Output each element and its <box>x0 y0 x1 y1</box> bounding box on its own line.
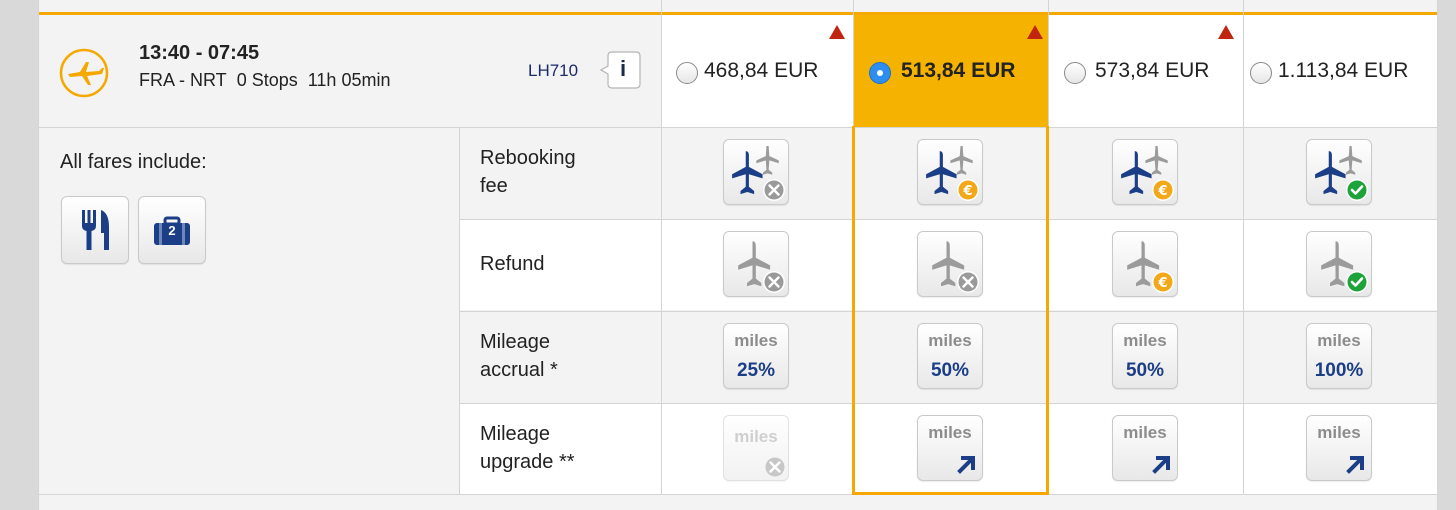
fare-warning-triangle-icon <box>1027 25 1043 39</box>
upgrade-arrow-icon <box>1152 456 1170 474</box>
fare-radio-2[interactable] <box>1064 62 1086 84</box>
baggage-count: 2 <box>168 223 176 238</box>
flight-number-link[interactable]: LH710 <box>528 61 578 81</box>
mileage-upgrade-available: miles <box>1112 415 1178 481</box>
accrual-percent-0: 25% <box>736 360 776 381</box>
accrual-percent-2: 50% <box>1125 360 1165 381</box>
upgrade-label-line1: Mileage <box>480 423 551 445</box>
top-accent-line <box>38 12 1438 15</box>
miles-word: miles <box>1317 331 1361 350</box>
divider <box>38 0 39 510</box>
fare-option-1[interactable]: 513,84 EUR <box>869 57 1044 87</box>
divider <box>661 0 662 494</box>
svg-text:€: € <box>1157 276 1167 291</box>
fare-warning-triangle-icon <box>829 25 845 39</box>
flight-route-line: FRA - NRT 0 Stops 11h 05min <box>139 70 390 91</box>
fare-radio-1[interactable] <box>869 62 891 84</box>
selected-fare-column <box>852 126 1049 495</box>
refund-icon <box>723 231 789 297</box>
rebooking-fee-icon <box>1306 139 1372 205</box>
svg-text:€: € <box>1157 184 1167 199</box>
divider <box>38 127 1438 128</box>
flight-route: FRA - NRT <box>139 70 227 90</box>
upgrade-label: Mileage upgrade ** <box>480 420 575 476</box>
mileage-upgrade-unavailable: miles <box>723 415 789 481</box>
mileage-accrual-badge: miles 100% <box>1306 323 1372 389</box>
flight-info-button[interactable]: i <box>598 48 642 92</box>
divider <box>1243 0 1244 494</box>
fare-warning-triangle-icon <box>1218 25 1234 39</box>
rebooking-label: Rebooking fee <box>480 144 576 200</box>
flight-duration: 11h 05min <box>307 70 391 90</box>
accrual-percent-3: 100% <box>1314 360 1364 381</box>
fare-option-3[interactable]: 1.113,84 EUR <box>1250 57 1435 87</box>
meal-included-icon <box>61 196 129 264</box>
fare-option-0[interactable]: 468,84 EUR <box>676 57 846 87</box>
fare-price-3: 1.113,84 EUR <box>1278 59 1409 82</box>
miles-word: miles <box>1123 331 1167 350</box>
miles-word: miles <box>734 331 778 350</box>
mileage-upgrade-available: miles <box>1306 415 1372 481</box>
mileage-accrual-badge: miles 25% <box>723 323 789 389</box>
refund-label: Refund <box>480 253 545 275</box>
info-icon: i <box>620 56 627 81</box>
upgrade-label-line2: upgrade ** <box>480 451 575 473</box>
rebooking-label-line1: Rebooking <box>480 147 576 169</box>
refund-icon: € <box>1112 231 1178 297</box>
divider <box>38 494 1438 495</box>
fare-price-1: 513,84 EUR <box>901 59 1016 82</box>
divider <box>1437 0 1438 510</box>
rebooking-fee-icon <box>723 139 789 205</box>
refund-icon <box>1306 231 1372 297</box>
airline-logo-icon <box>58 47 110 99</box>
rebooking-label-line2: fee <box>480 175 508 197</box>
fare-option-2[interactable]: 573,84 EUR <box>1064 57 1239 87</box>
accrual-label-line2: accrual * <box>480 359 558 381</box>
accrual-label: Mileage accrual * <box>480 328 558 384</box>
fare-radio-3[interactable] <box>1250 62 1272 84</box>
rebooking-fee-icon: € <box>1112 139 1178 205</box>
baggage-included-icon: 2 <box>138 196 206 264</box>
fare-price-0: 468,84 EUR <box>704 59 819 82</box>
included-label: All fares include: <box>60 151 207 173</box>
flight-stops: 0 Stops <box>236 70 298 90</box>
fare-price-2: 573,84 EUR <box>1095 59 1210 82</box>
flight-times: 13:40 - 07:45 <box>139 42 260 64</box>
fare-radio-0[interactable] <box>676 62 698 84</box>
mileage-accrual-badge: miles 50% <box>1112 323 1178 389</box>
accrual-label-line1: Mileage <box>480 331 551 353</box>
unavailable-cross-icon <box>765 457 785 477</box>
upgrade-arrow-icon <box>1346 456 1364 474</box>
